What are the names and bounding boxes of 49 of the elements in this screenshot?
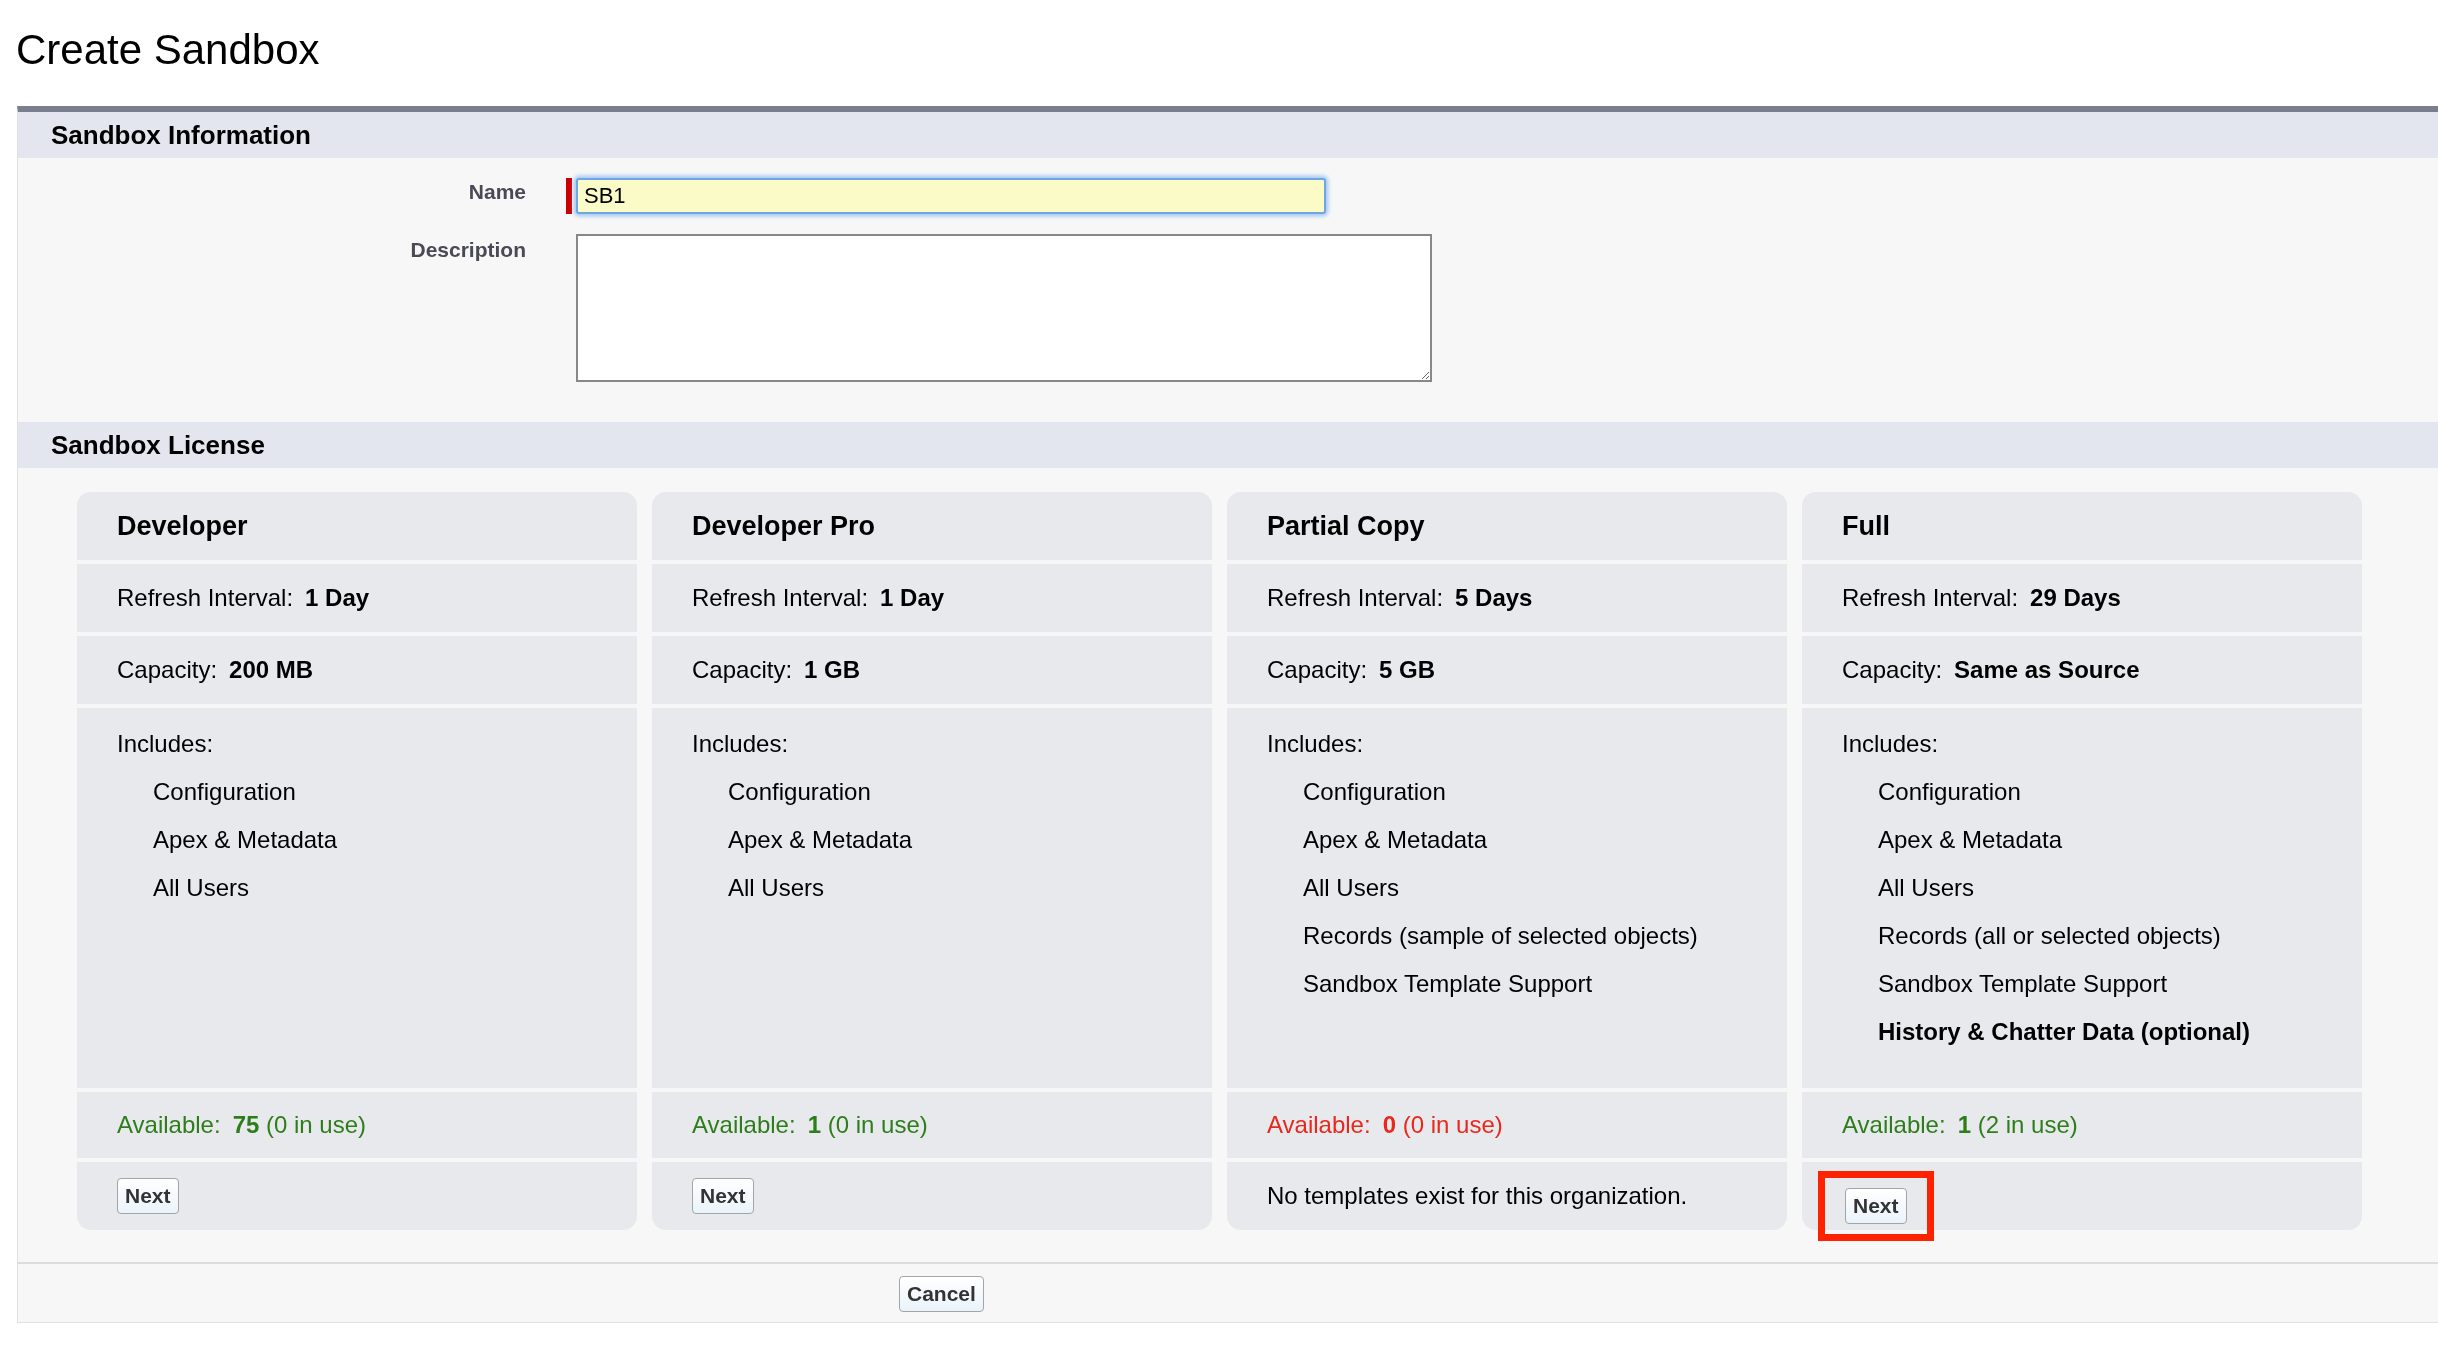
refresh-interval: Refresh Interval: 1 Day xyxy=(117,584,370,612)
next-button[interactable]: Next xyxy=(117,1178,179,1214)
availability: Available: 1 (2 in use) xyxy=(1842,1111,2078,1139)
license-name: Full xyxy=(1842,510,1890,542)
included-feature: All Users xyxy=(1878,874,1975,902)
includes-label: Includes: xyxy=(1842,730,1940,758)
included-feature: Configuration xyxy=(1878,778,2022,806)
description-textarea[interactable] xyxy=(576,234,1432,382)
capacity: Capacity: Same as Source xyxy=(1842,656,2140,684)
included-feature: Apex & Metadata xyxy=(1303,826,1489,854)
capacity: Capacity: 5 GB xyxy=(1267,656,1436,684)
includes-label: Includes: xyxy=(692,730,790,758)
included-feature: Sandbox Template Support xyxy=(1303,970,1594,998)
included-feature: Apex & Metadata xyxy=(153,826,339,854)
included-feature: All Users xyxy=(1303,874,1400,902)
included-feature: History & Chatter Data (optional) xyxy=(1878,1018,2252,1046)
availability: Available: 1 (0 in use) xyxy=(692,1111,928,1139)
page-title: Create Sandbox xyxy=(16,25,321,75)
included-feature: All Users xyxy=(728,874,825,902)
included-feature: All Users xyxy=(153,874,250,902)
section-header: Sandbox Information xyxy=(18,112,2438,158)
license-name: Developer Pro xyxy=(692,510,876,542)
included-feature: Configuration xyxy=(728,778,872,806)
includes-label: Includes: xyxy=(1267,730,1365,758)
next-button[interactable]: Next xyxy=(1845,1188,1907,1224)
availability: Available: 0 (0 in use) xyxy=(1267,1111,1503,1139)
capacity: Capacity: 1 GB xyxy=(692,656,861,684)
next-button[interactable]: Next xyxy=(692,1178,754,1214)
name-input[interactable]: SB1 xyxy=(576,178,1326,214)
refresh-interval: Refresh Interval: 1 Day xyxy=(692,584,945,612)
field-label: Description xyxy=(409,237,526,263)
included-feature: Records (all or selected objects) xyxy=(1878,922,2222,950)
refresh-interval: Refresh Interval: 29 Days xyxy=(1842,584,2121,612)
included-feature: Apex & Metadata xyxy=(728,826,914,854)
license-name: Partial Copy xyxy=(1267,510,1425,542)
cancel-button[interactable]: Cancel xyxy=(899,1276,984,1312)
section-header: Sandbox License xyxy=(18,422,2438,468)
included-feature: Sandbox Template Support xyxy=(1878,970,2169,998)
license-name: Developer xyxy=(117,510,248,542)
capacity: Capacity: 200 MB xyxy=(117,656,314,684)
included-feature: Configuration xyxy=(153,778,297,806)
field-label: Name xyxy=(467,179,526,205)
availability: Available: 75 (0 in use) xyxy=(117,1111,367,1139)
refresh-interval: Refresh Interval: 5 Days xyxy=(1267,584,1533,612)
included-feature: Configuration xyxy=(1303,778,1447,806)
includes-label: Includes: xyxy=(117,730,215,758)
included-feature: Records (sample of selected objects) xyxy=(1303,922,1699,950)
included-feature: Apex & Metadata xyxy=(1878,826,2064,854)
template-note: No templates exist for this organization. xyxy=(1267,1182,1688,1210)
